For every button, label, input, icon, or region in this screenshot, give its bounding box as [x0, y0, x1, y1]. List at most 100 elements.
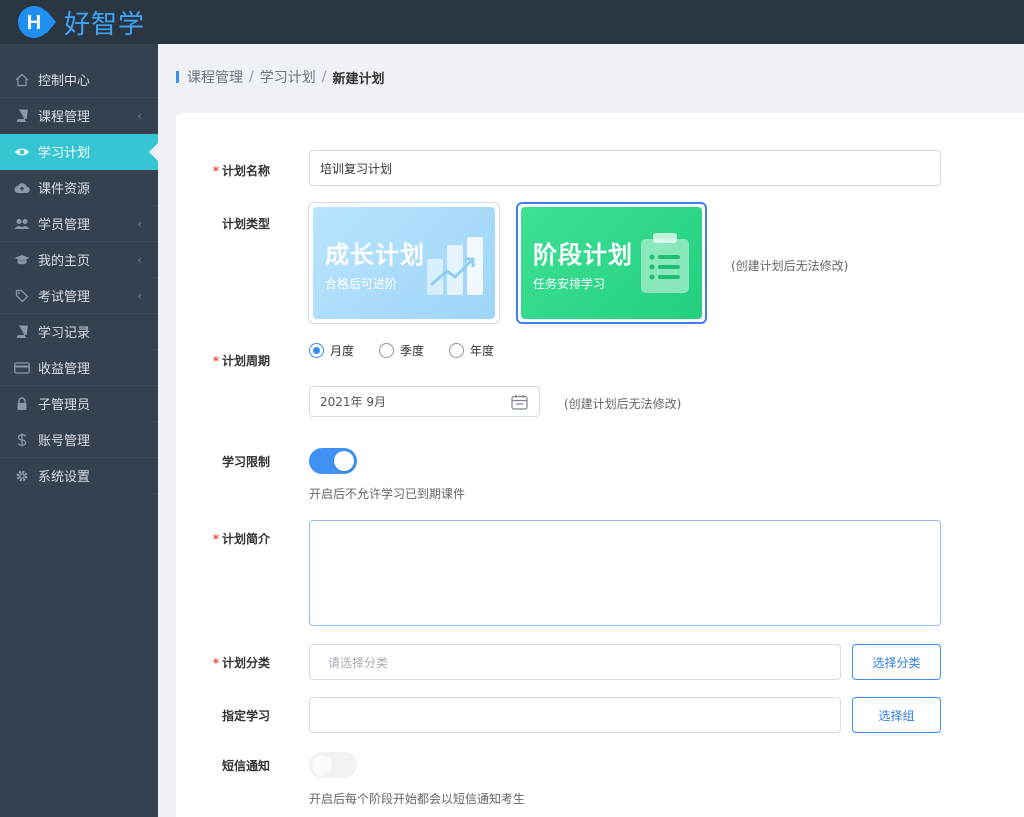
- stage-plan-subtitle: 任务安排学习: [533, 277, 606, 291]
- breadcrumb: 课程管理 / 学习计划 / 新建计划: [176, 67, 385, 87]
- plan-period-label: * 计划周期: [180, 352, 270, 369]
- toggle-knob: [312, 755, 332, 775]
- required-mark: *: [212, 164, 219, 178]
- app-logo[interactable]: H 好智学: [16, 3, 145, 41]
- assign-study-input[interactable]: [309, 697, 841, 733]
- study-limit-label: 学习限制: [180, 453, 270, 470]
- sms-notify-label-text: 短信通知: [221, 759, 270, 773]
- period-date-picker[interactable]: 2021年 9月: [309, 386, 540, 417]
- credit-card-icon: [14, 360, 30, 376]
- sidebar-item-label: 系统设置: [38, 470, 91, 485]
- radio-label: 月度: [330, 344, 355, 358]
- plan-period-hint: (创建计划后无法修改): [564, 397, 682, 411]
- book-icon: [14, 324, 30, 340]
- breadcrumb-item-course-management[interactable]: 课程管理: [187, 67, 243, 87]
- sidebar-item-label: 考试管理: [38, 290, 91, 305]
- chevron-left-icon: ‹: [137, 253, 142, 267]
- study-limit-toggle[interactable]: [309, 448, 357, 474]
- radio-unchecked-icon: [379, 343, 394, 358]
- sms-notify-toggle[interactable]: [309, 752, 357, 778]
- sidebar-item-course-management[interactable]: 课程管理 ‹: [0, 98, 158, 134]
- stage-plan-title: 阶段计划: [533, 241, 633, 269]
- home-icon: [14, 72, 30, 88]
- plan-type-label: 计划类型: [180, 215, 270, 232]
- sidebar-item-system-settings[interactable]: 系统设置: [0, 458, 158, 494]
- study-limit-hint: 开启后不允许学习已到期课件: [309, 487, 466, 501]
- assign-study-label: 指定学习: [180, 707, 270, 724]
- toggle-knob: [334, 451, 354, 471]
- dollar-icon: [14, 432, 30, 448]
- graduation-cap-icon: [14, 252, 30, 268]
- sidebar-item-my-homepage[interactable]: 我的主页 ‹: [0, 242, 158, 278]
- period-radio-monthly[interactable]: 月度: [309, 342, 354, 359]
- clipboard-list-icon: [641, 233, 689, 293]
- logo-letter: H: [27, 12, 41, 34]
- chevron-left-icon: ‹: [137, 109, 142, 123]
- form-panel: * 计划名称 培训复习计划 计划类型 成长计划 合格后可进阶 阶段计划 任务安排学…: [176, 113, 1024, 817]
- sms-notify-hint: 开启后每个阶段开始都会以短信通知考生: [309, 792, 526, 806]
- bar-chart-growth-icon: [427, 237, 483, 295]
- plan-name-input[interactable]: 培训复习计划: [309, 150, 941, 186]
- plan-category-label-text: 计划分类: [221, 656, 270, 670]
- plan-intro-textarea[interactable]: [309, 520, 941, 626]
- sidebar-item-revenue-management[interactable]: 收益管理: [0, 350, 158, 386]
- plan-name-label: * 计划名称: [180, 162, 270, 179]
- lock-icon: [14, 396, 30, 412]
- breadcrumb-marker: [176, 71, 179, 83]
- plan-type-hint: (创建计划后无法修改): [731, 259, 849, 273]
- study-limit-label-text: 学习限制: [221, 455, 270, 469]
- sidebar-item-study-records[interactable]: 学习记录: [0, 314, 158, 350]
- sidebar-item-label: 我的主页: [38, 254, 91, 269]
- sidebar-item-label: 学员管理: [38, 218, 91, 233]
- period-date-value: 2021年 9月: [320, 395, 386, 409]
- growth-plan-subtitle: 合格后可进阶: [325, 277, 398, 291]
- radio-label: 年度: [470, 344, 495, 358]
- select-category-button[interactable]: 选择分类: [852, 644, 941, 680]
- plan-category-input[interactable]: 请选择分类: [309, 644, 841, 680]
- eye-icon: [14, 144, 30, 160]
- radio-label: 季度: [400, 344, 425, 358]
- sidebar-item-exam-management[interactable]: 考试管理 ‹: [0, 278, 158, 314]
- plan-type-stage-option[interactable]: 阶段计划 任务安排学习: [516, 202, 707, 324]
- required-mark: *: [212, 532, 219, 546]
- sidebar-item-label: 课程管理: [38, 110, 91, 125]
- sidebar-item-account-management[interactable]: 账号管理: [0, 422, 158, 458]
- logo-badge-icon: H: [16, 4, 60, 40]
- period-radio-yearly[interactable]: 年度: [449, 342, 494, 359]
- sms-notify-label: 短信通知: [180, 757, 270, 774]
- sidebar-item-dashboard[interactable]: 控制中心: [0, 62, 158, 98]
- top-bar: H 好智学: [0, 0, 1024, 44]
- book-icon: [14, 108, 30, 124]
- calendar-icon: [511, 394, 528, 410]
- sidebar-item-sub-admin[interactable]: 子管理员: [0, 386, 158, 422]
- plan-intro-label: * 计划简介: [180, 530, 270, 547]
- growth-plan-card: 成长计划 合格后可进阶: [313, 207, 495, 319]
- sidebar: 控制中心 课程管理 ‹ 学习计划 课件资源 学员管理 ‹ 我的主页 ‹ 考试管理…: [0, 44, 158, 817]
- period-radio-quarterly[interactable]: 季度: [379, 342, 424, 359]
- chevron-left-icon: ‹: [137, 217, 142, 231]
- plan-type-growth-option[interactable]: 成长计划 合格后可进阶: [308, 202, 500, 324]
- required-mark: *: [212, 354, 219, 368]
- cloud-upload-icon: [14, 180, 30, 196]
- sidebar-item-label: 子管理员: [38, 398, 91, 413]
- app-name: 好智学: [64, 9, 146, 40]
- tag-icon: [14, 288, 30, 304]
- breadcrumb-current: 新建计划: [332, 71, 385, 87]
- assign-study-label-text: 指定学习: [221, 709, 270, 723]
- sidebar-item-study-plan[interactable]: 学习计划: [0, 134, 158, 170]
- sidebar-item-student-management[interactable]: 学员管理 ‹: [0, 206, 158, 242]
- breadcrumb-separator: /: [321, 69, 327, 85]
- sidebar-item-label: 学习计划: [38, 146, 91, 161]
- breadcrumb-separator: /: [249, 69, 254, 85]
- plan-category-label: * 计划分类: [180, 654, 270, 671]
- select-group-button[interactable]: 选择组: [852, 697, 941, 733]
- growth-plan-title: 成长计划: [325, 241, 425, 269]
- breadcrumb-item-study-plan[interactable]: 学习计划: [260, 67, 316, 87]
- chevron-left-icon: ‹: [137, 289, 142, 303]
- sidebar-item-label: 学习记录: [38, 326, 91, 341]
- radio-checked-icon: [309, 343, 324, 358]
- sidebar-item-label: 控制中心: [38, 74, 91, 89]
- sidebar-item-courseware[interactable]: 课件资源: [0, 170, 158, 206]
- plan-type-label-text: 计划类型: [221, 217, 270, 231]
- stage-plan-card: 阶段计划 任务安排学习: [521, 207, 702, 319]
